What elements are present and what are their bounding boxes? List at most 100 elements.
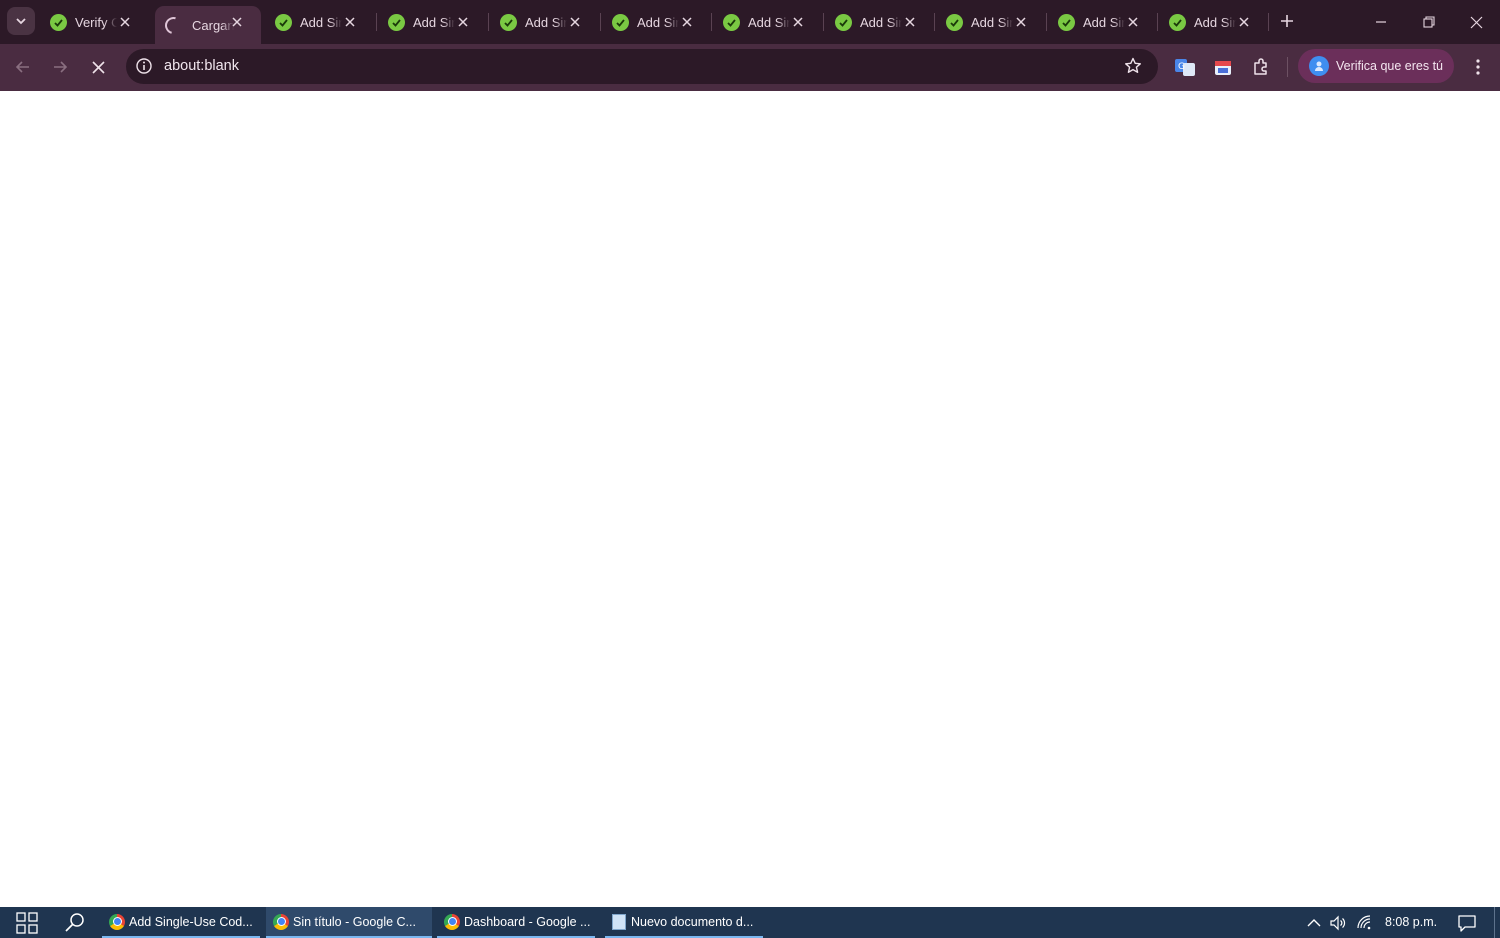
tab-divider (1157, 13, 1158, 31)
close-icon (1470, 16, 1483, 28)
green-check-favicon (500, 13, 517, 31)
page-content-blank (0, 91, 1500, 907)
tab-title: Add Single-Use (860, 14, 902, 30)
green-check-favicon (723, 13, 740, 31)
restore-button[interactable] (1405, 0, 1452, 44)
tab-verify[interactable]: Verify Co (42, 6, 149, 38)
kebab-menu-icon (1476, 59, 1480, 75)
browser-menu-button[interactable] (1466, 53, 1490, 81)
taskbar-item[interactable]: Add Single-Use Cod... (102, 907, 260, 938)
green-check-favicon (50, 13, 67, 31)
tab-title: Add Single-Use (413, 14, 455, 30)
tab-title: Add Single-Use (1194, 14, 1236, 30)
tab-add-single-use[interactable]: Add Single-Use (938, 6, 1045, 38)
tab-add-single-use[interactable]: Add Single-Use (267, 6, 374, 38)
taskbar: Add Single-Use Cod... Sin título - Googl… (0, 907, 1500, 938)
forward-button[interactable] (45, 52, 75, 82)
tab-add-single-use[interactable]: Add Single-Use (1050, 6, 1157, 38)
close-icon[interactable] (342, 14, 358, 30)
volume-icon[interactable] (1329, 914, 1347, 932)
close-icon[interactable] (1236, 14, 1252, 30)
close-icon[interactable] (229, 14, 245, 30)
calendar-extension-icon[interactable] (1211, 55, 1235, 79)
tab-add-single-use[interactable]: Add Single-Use (380, 6, 487, 38)
close-icon[interactable] (679, 14, 695, 30)
svg-text:G: G (1178, 62, 1185, 72)
chrome-icon (109, 913, 125, 930)
profile-button[interactable]: Verifica que eres tú (1298, 49, 1454, 83)
address-bar[interactable]: about:blank (126, 49, 1158, 84)
tab-divider (600, 13, 601, 31)
show-desktop-button[interactable] (1494, 907, 1495, 938)
taskbar-item-label: Nuevo documento d... (631, 914, 754, 929)
tab-title: Add Single-Use (525, 14, 567, 30)
system-clock[interactable]: 8:08 p.m. (1385, 915, 1437, 929)
taskbar-item[interactable]: Dashboard - Google ... (437, 907, 595, 938)
task-view-icon[interactable] (14, 912, 40, 934)
tab-add-single-use[interactable]: Add Single-Use (492, 6, 599, 38)
notification-center-icon[interactable] (1457, 913, 1477, 933)
tab-title: Add Single-Use (1083, 14, 1125, 30)
close-icon[interactable] (790, 14, 806, 30)
restore-icon (1422, 16, 1435, 28)
taskbar-item-label: Dashboard - Google ... (464, 914, 591, 929)
tab-add-single-use[interactable]: Add Single-Use (604, 6, 711, 38)
tab-divider (711, 13, 712, 31)
taskbar-item-label: Sin título - Google C... (293, 914, 416, 929)
minimize-icon (1375, 21, 1386, 23)
close-icon[interactable] (902, 14, 918, 30)
close-icon[interactable] (567, 14, 583, 30)
tab-title: Add Single-Use (300, 14, 342, 30)
tab-divider (934, 13, 935, 31)
stop-loading-button[interactable] (83, 52, 113, 82)
wifi-icon[interactable] (1356, 914, 1374, 932)
minimize-button[interactable] (1357, 0, 1404, 44)
green-check-favicon (388, 13, 405, 31)
search-icon[interactable] (63, 912, 87, 934)
green-check-favicon (275, 13, 292, 31)
green-check-favicon (612, 13, 629, 31)
new-tab-button[interactable] (1276, 10, 1298, 32)
green-check-favicon (1169, 13, 1186, 31)
taskbar-item-active[interactable]: Sin título - Google C... (266, 907, 432, 938)
plus-icon (1281, 15, 1293, 27)
green-check-favicon (1058, 13, 1075, 31)
profile-avatar-icon (1309, 56, 1329, 76)
tab-title: Add Single-Use (637, 14, 679, 30)
tab-divider (488, 13, 489, 31)
extensions-puzzle-icon[interactable] (1249, 55, 1273, 79)
tab-divider (823, 13, 824, 31)
profile-label: Verifica que eres tú (1336, 59, 1444, 73)
back-button[interactable] (8, 52, 38, 82)
back-arrow-icon (15, 61, 29, 73)
toolbar-divider (1287, 57, 1288, 77)
green-check-favicon (946, 13, 963, 31)
chevron-down-icon (16, 18, 26, 25)
url-text[interactable]: about:blank (164, 58, 239, 74)
tab-search-button[interactable] (7, 7, 35, 35)
tab-title: Cargando (192, 17, 234, 33)
close-icon[interactable] (117, 14, 133, 30)
chevron-up-icon[interactable] (1305, 914, 1323, 932)
close-icon[interactable] (1013, 14, 1029, 30)
browser-toolbar: about:blank G Verifica que eres tú (0, 44, 1500, 91)
tab-divider (1046, 13, 1047, 31)
bookmark-star-icon[interactable] (1124, 57, 1142, 75)
taskbar-item[interactable]: Nuevo documento d... (605, 907, 763, 938)
taskbar-item-label: Add Single-Use Cod... (129, 914, 253, 929)
stop-loading-icon (91, 60, 105, 74)
tab-divider (1268, 13, 1269, 31)
tab-add-single-use[interactable]: Add Single-Use (1161, 6, 1268, 38)
translate-extension-icon[interactable]: G (1173, 55, 1197, 79)
site-info-icon[interactable] (135, 57, 153, 75)
tab-loading[interactable]: Cargando (155, 6, 261, 44)
tab-title: Verify Co (75, 14, 117, 30)
tab-add-single-use[interactable]: Add Single-Use (827, 6, 934, 38)
notepad-icon (612, 913, 626, 930)
forward-arrow-icon (54, 61, 68, 73)
tab-add-single-use[interactable]: Add Single-Use (715, 6, 822, 38)
tab-divider (376, 13, 377, 31)
close-icon[interactable] (455, 14, 471, 30)
close-icon[interactable] (1125, 14, 1141, 30)
close-window-button[interactable] (1453, 0, 1500, 44)
